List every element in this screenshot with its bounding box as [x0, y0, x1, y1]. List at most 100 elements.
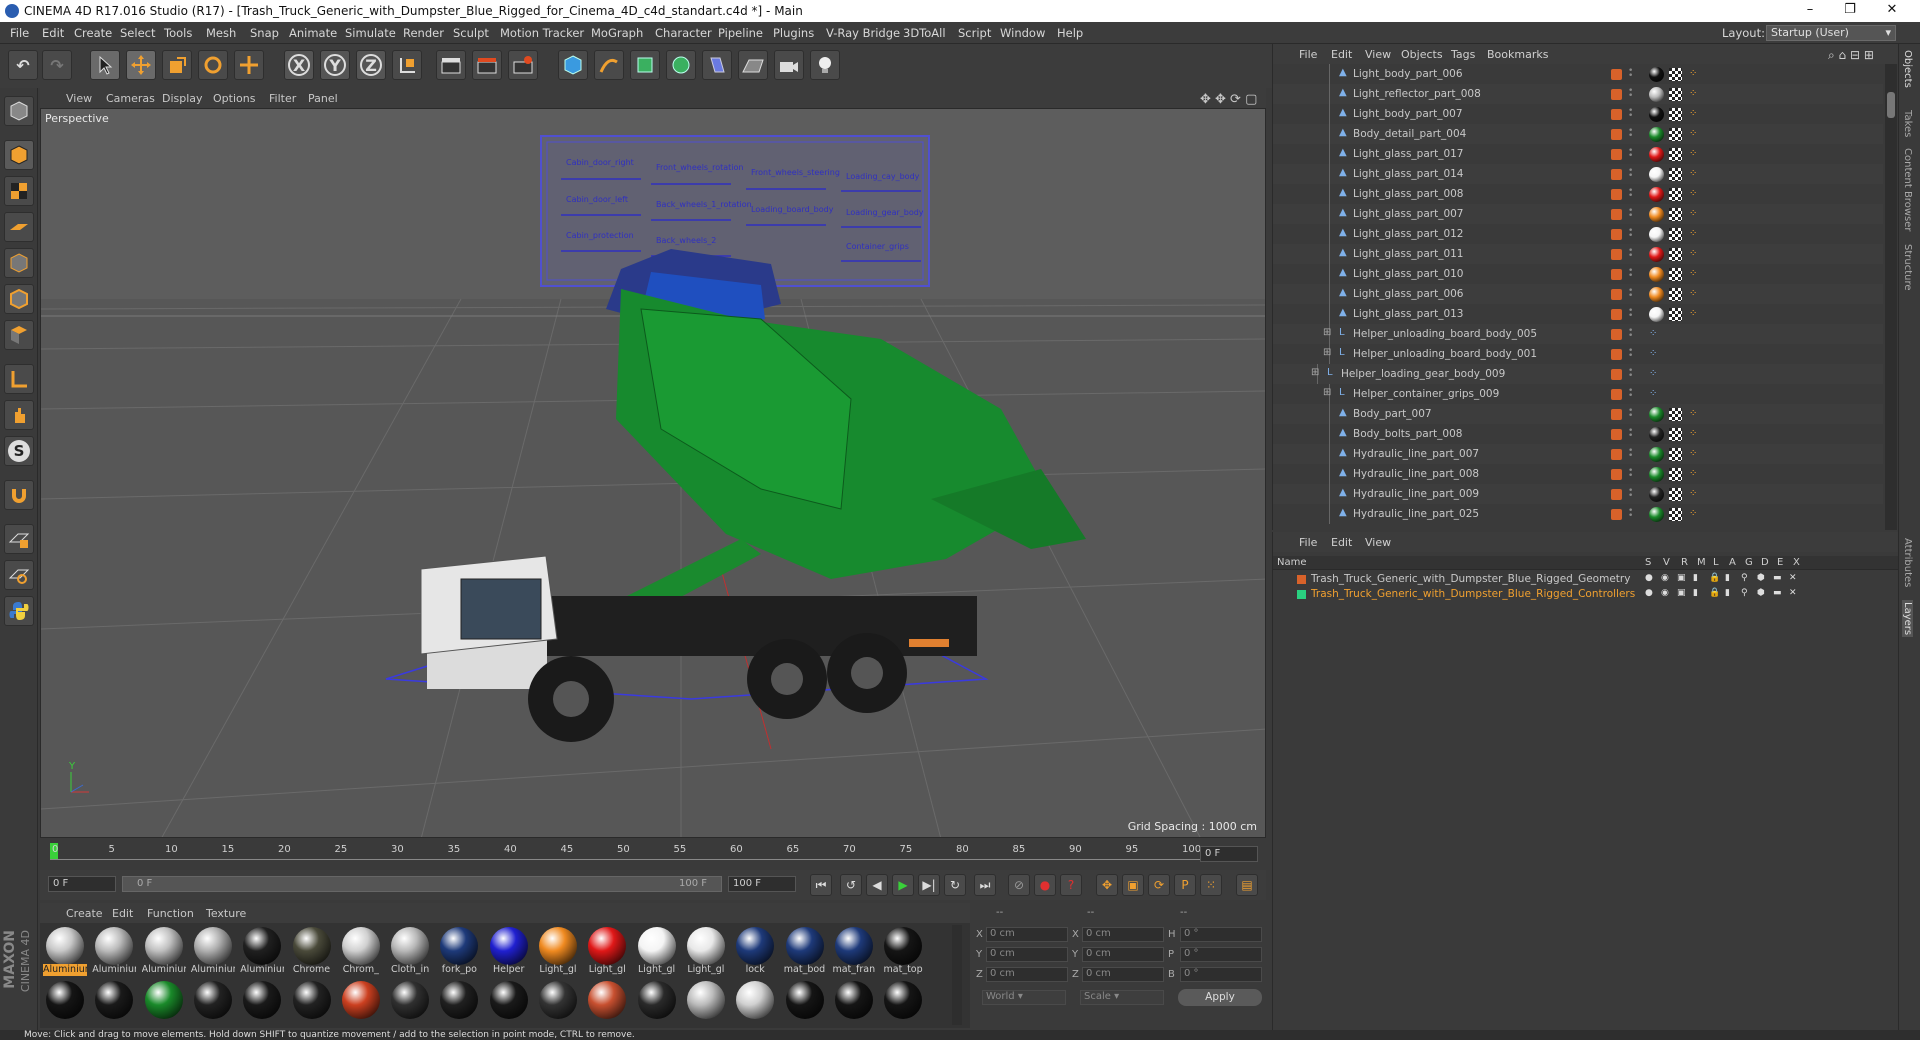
visibility-dots-icon[interactable]: • •: [1628, 227, 1634, 241]
visibility-dots-icon[interactable]: • •: [1628, 187, 1634, 201]
layer-color-icon[interactable]: [1611, 429, 1622, 440]
size-z-field[interactable]: 0 cm: [1082, 967, 1164, 982]
texture-tag-icon[interactable]: [1669, 488, 1682, 501]
key-rotation-button[interactable]: ⟳: [1148, 874, 1170, 896]
material-swatch[interactable]: Light_gl: [634, 925, 680, 975]
viewport-menu-options[interactable]: Options: [213, 92, 255, 105]
layer-toggle-icon[interactable]: ⚲: [1741, 573, 1748, 583]
visibility-dots-icon[interactable]: • •: [1628, 327, 1634, 341]
texture-tag-icon[interactable]: [1669, 168, 1682, 181]
object-row[interactable]: ▲ Light_glass_part_008 • • ⁘: [1273, 184, 1883, 204]
layer-toggle-icon[interactable]: ▮: [1693, 588, 1698, 598]
phong-tag-icon[interactable]: ⁘: [1689, 488, 1701, 500]
coordinate-system-button[interactable]: [392, 50, 422, 80]
layer-color-icon[interactable]: [1611, 389, 1622, 400]
rotate-tool-button[interactable]: [198, 50, 228, 80]
next-key-button[interactable]: ↻: [944, 874, 966, 896]
texture-tag-icon[interactable]: [1669, 68, 1682, 81]
render-view-button[interactable]: [436, 50, 466, 80]
layer-menu-view[interactable]: View: [1365, 536, 1391, 549]
add-deformer-button[interactable]: [702, 50, 732, 80]
coordinate-space-select[interactable]: World ▾: [982, 990, 1066, 1005]
object-row[interactable]: ▲ Body_bolts_part_008 • • ⁘: [1273, 424, 1883, 444]
layer-color-icon[interactable]: [1611, 69, 1622, 80]
material-swatch[interactable]: [91, 979, 137, 1027]
record-disabled-button[interactable]: ⊘: [1008, 874, 1030, 896]
size-y-field[interactable]: 0 cm: [1082, 947, 1164, 962]
menu-script[interactable]: Script: [958, 26, 991, 40]
visibility-dots-icon[interactable]: • •: [1628, 467, 1634, 481]
visibility-dots-icon[interactable]: • •: [1628, 487, 1634, 501]
object-row[interactable]: ▲ Light_glass_part_011 • • ⁘: [1273, 244, 1883, 264]
layer-col-v[interactable]: V: [1663, 557, 1670, 568]
texture-tag-icon[interactable]: [1669, 88, 1682, 101]
layer-toggle-icon[interactable]: ⬢: [1757, 573, 1765, 583]
layer-toggle-icon[interactable]: ✕: [1789, 573, 1797, 583]
move-tool-button[interactable]: [126, 50, 156, 80]
menu-pipeline[interactable]: Pipeline: [718, 26, 763, 40]
material-tag-icon[interactable]: [1649, 67, 1664, 82]
layer-col-l[interactable]: L: [1713, 557, 1719, 568]
layer-color-icon[interactable]: [1611, 109, 1622, 120]
texture-tag-icon[interactable]: [1669, 208, 1682, 221]
layer-color-icon[interactable]: [1297, 590, 1306, 599]
visibility-dots-icon[interactable]: • •: [1628, 147, 1634, 161]
object-row[interactable]: ⊞ L Helper_container_grips_009 • • ⁘: [1273, 384, 1883, 404]
object-row[interactable]: ▲ Light_glass_part_007 • • ⁘: [1273, 204, 1883, 224]
viewport-nav-icons[interactable]: ✥ ✥ ⟳ ▢: [1200, 92, 1257, 107]
texture-tag-icon[interactable]: [1669, 448, 1682, 461]
texture-tag-icon[interactable]: [1669, 428, 1682, 441]
material-swatch[interactable]: Light_gl: [535, 925, 581, 975]
material-swatch[interactable]: [880, 979, 926, 1027]
material-swatch[interactable]: [141, 979, 187, 1027]
object-row[interactable]: ▲ Light_body_part_006 • • ⁘: [1273, 64, 1883, 84]
layer-toggle-icon[interactable]: ⚲: [1741, 588, 1748, 598]
material-swatch[interactable]: [584, 979, 630, 1027]
material-swatch[interactable]: Aluminium: [190, 925, 236, 975]
object-row[interactable]: ▲ Light_glass_part_014 • • ⁘: [1273, 164, 1883, 184]
object-row[interactable]: ▲ Light_glass_part_012 • • ⁘: [1273, 224, 1883, 244]
y-axis-button[interactable]: Y: [320, 50, 350, 80]
visibility-dots-icon[interactable]: • •: [1628, 407, 1634, 421]
menu-mesh[interactable]: Mesh: [206, 26, 236, 40]
expand-icon[interactable]: ⊞: [1323, 327, 1331, 338]
material-tag-icon[interactable]: [1649, 267, 1664, 282]
layer-toggle-icon[interactable]: ▮: [1725, 573, 1730, 583]
material-swatch[interactable]: Aluminium: [239, 925, 285, 975]
layer-color-icon[interactable]: [1611, 189, 1622, 200]
object-row[interactable]: ⊞ L Helper_unloading_board_body_001 • • ⁘: [1273, 344, 1883, 364]
obj-menu-edit[interactable]: Edit: [1331, 48, 1352, 61]
material-swatch[interactable]: mat_bod: [782, 925, 828, 975]
material-swatch[interactable]: mat_fran: [831, 925, 877, 975]
object-row[interactable]: ▲ Light_glass_part_017 • • ⁘: [1273, 144, 1883, 164]
layout-select[interactable]: Startup (User) ▾: [1766, 25, 1896, 41]
phong-tag-icon[interactable]: ⁘: [1689, 188, 1701, 200]
add-nurbs-button[interactable]: [630, 50, 660, 80]
menu-3dtoall[interactable]: 3DToAll: [903, 26, 946, 40]
layer-color-icon[interactable]: [1611, 89, 1622, 100]
visibility-dots-icon[interactable]: • •: [1628, 347, 1634, 361]
menu-edit[interactable]: Edit: [42, 26, 64, 40]
material-swatch[interactable]: Chrome: [289, 925, 335, 975]
material-swatch[interactable]: [239, 979, 285, 1027]
expand-icon[interactable]: ⊞: [1311, 367, 1319, 378]
material-tag-icon[interactable]: [1649, 427, 1664, 442]
tab-attributes[interactable]: Attributes: [1902, 538, 1913, 587]
phong-tag-icon[interactable]: ⁘: [1689, 308, 1701, 320]
menu-animate[interactable]: Animate: [289, 26, 337, 40]
edges-mode-button[interactable]: [4, 284, 34, 314]
object-row[interactable]: ▲ Hydraulic_line_part_009 • • ⁘: [1273, 484, 1883, 504]
layer-col-x[interactable]: X: [1793, 557, 1800, 568]
phong-tag-icon[interactable]: ⁘: [1689, 168, 1701, 180]
layer-menu-file[interactable]: File: [1299, 536, 1317, 549]
scale-tool-button[interactable]: [162, 50, 192, 80]
material-menu-create[interactable]: Create: [66, 907, 103, 920]
layer-row[interactable]: Trash_Truck_Generic_with_Dumpster_Blue_R…: [1273, 572, 1899, 587]
material-swatch[interactable]: [338, 979, 384, 1027]
menu-plugins[interactable]: Plugins: [773, 26, 814, 40]
layer-color-icon[interactable]: [1611, 169, 1622, 180]
grid-link-button[interactable]: [4, 560, 34, 590]
close-button[interactable]: ✕: [1872, 2, 1912, 20]
apply-button[interactable]: Apply: [1178, 989, 1262, 1006]
material-swatch[interactable]: [683, 979, 729, 1027]
